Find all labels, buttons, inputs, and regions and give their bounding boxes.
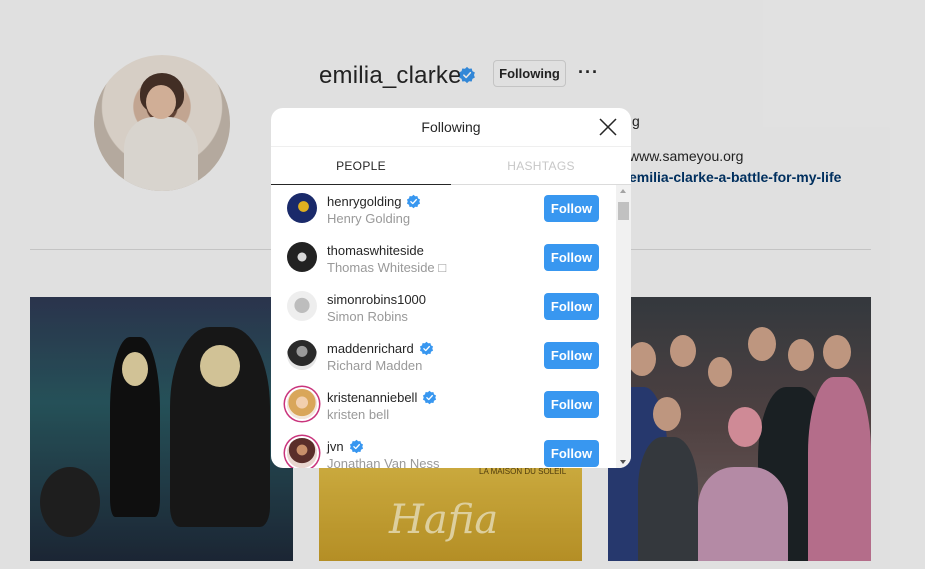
follow-button[interactable]: Follow (544, 342, 599, 369)
verified-badge-icon (349, 439, 363, 453)
avatar[interactable] (287, 438, 317, 468)
row-full-name: Henry Golding (327, 211, 411, 226)
row-username[interactable]: thomaswhiteside (327, 243, 424, 258)
follow-button[interactable]: Follow (544, 244, 599, 271)
list-item: thomaswhiteside Thomas Whiteside □ Follo… (271, 234, 616, 283)
list-item: henrygolding Henry Golding Follow (271, 185, 616, 234)
dialog-tabs: PEOPLE HASHTAGS (271, 147, 631, 185)
scroll-thumb[interactable] (618, 202, 629, 220)
scroll-up-arrow-icon[interactable] (620, 189, 626, 193)
close-icon[interactable] (598, 117, 618, 137)
following-list: henrygolding Henry Golding Follow thomas… (271, 185, 631, 468)
dialog-title: Following (421, 119, 481, 135)
avatar[interactable] (287, 389, 317, 419)
follow-button[interactable]: Follow (544, 195, 599, 222)
avatar[interactable] (287, 242, 317, 272)
list-item: maddenrichard Richard Madden Follow (271, 332, 616, 381)
verified-badge-icon (423, 390, 437, 404)
verified-badge-icon (407, 194, 421, 208)
list-scrollbar[interactable] (616, 185, 631, 468)
tab-people[interactable]: PEOPLE (271, 147, 451, 185)
row-full-name: kristen bell (327, 407, 390, 422)
avatar[interactable] (287, 340, 317, 370)
row-full-name: Thomas Whiteside □ (327, 260, 447, 275)
scroll-down-arrow-icon[interactable] (620, 460, 626, 464)
follow-button[interactable]: Follow (544, 440, 599, 467)
row-full-name: Richard Madden (327, 358, 423, 373)
avatar[interactable] (287, 291, 317, 321)
row-username[interactable]: simonrobins1000 (327, 292, 426, 307)
follow-button[interactable]: Follow (544, 293, 599, 320)
row-full-name: Simon Robins (327, 309, 408, 324)
list-item: kristenanniebell kristen bell Follow (271, 381, 616, 430)
row-username[interactable]: maddenrichard (327, 341, 414, 356)
row-username[interactable]: henrygolding (327, 194, 401, 209)
tab-hashtags[interactable]: HASHTAGS (451, 147, 631, 184)
list-item: jvn Jonathan Van Ness Follow (271, 430, 616, 468)
row-username[interactable]: jvn (327, 439, 344, 454)
dialog-header: Following (271, 108, 631, 147)
verified-badge-icon (419, 341, 433, 355)
row-full-name: Jonathan Van Ness (327, 456, 440, 468)
list-item: simonrobins1000 Simon Robins Follow (271, 283, 616, 332)
follow-button[interactable]: Follow (544, 391, 599, 418)
following-dialog: Following PEOPLE HASHTAGS henrygolding H… (271, 108, 631, 468)
avatar[interactable] (287, 193, 317, 223)
row-username[interactable]: kristenanniebell (327, 390, 417, 405)
